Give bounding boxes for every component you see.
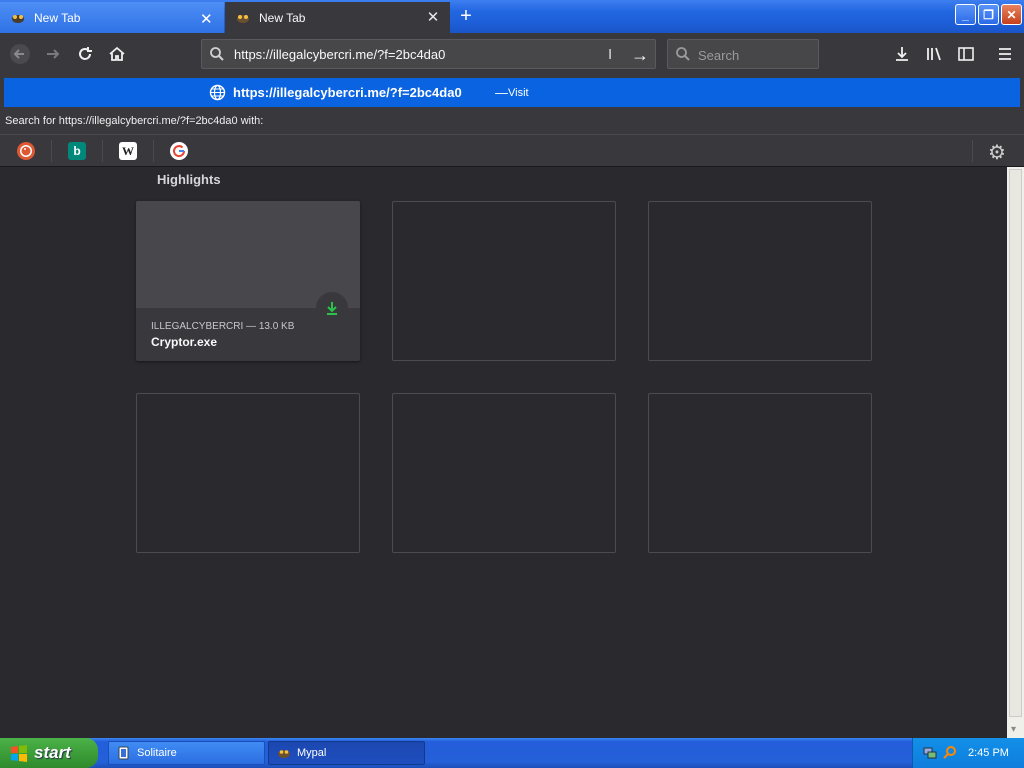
- duckduckgo-icon[interactable]: [17, 142, 35, 160]
- autocomplete-action: Visit: [508, 87, 529, 99]
- restore-button[interactable]: ❐: [978, 4, 999, 25]
- close-tab-icon[interactable]: ✕: [426, 10, 440, 25]
- url-input[interactable]: https://illegalcybercri.me/?f=2bc4da0: [234, 47, 445, 62]
- bing-icon[interactable]: b: [68, 142, 86, 160]
- tab-title: New Tab: [34, 10, 81, 25]
- tab-new-tab-1[interactable]: New Tab: [0, 2, 224, 33]
- empty-card-placeholder: [136, 393, 360, 553]
- tab-new-tab-2[interactable]: New Tab ✕: [225, 2, 450, 33]
- search-with-label: Search for https://illegalcybercri.me/?f…: [5, 115, 264, 127]
- empty-card-placeholder: [648, 393, 872, 553]
- windows-logo-icon: [10, 744, 28, 762]
- go-arrow-icon[interactable]: →: [631, 45, 649, 66]
- highlights-title: Highlights: [157, 172, 221, 187]
- highlight-card[interactable]: ILLEGALCYBERCRI — 13.0 KB Cryptor.exe: [136, 201, 360, 361]
- clock: 2:45 PM: [968, 747, 1009, 759]
- empty-card-placeholder: [392, 201, 616, 361]
- close-tab-icon[interactable]: ✕: [200, 10, 213, 28]
- separator: [153, 140, 154, 162]
- new-tab-content: Highlights ILLEGALCYBERCRI — 13.0 KB Cry…: [0, 167, 1007, 738]
- forward-icon[interactable]: [41, 42, 65, 66]
- tab-title: New Tab: [259, 10, 306, 25]
- back-icon[interactable]: [8, 42, 32, 66]
- card-meta: ILLEGALCYBERCRI — 13.0 KB: [151, 321, 295, 332]
- autocomplete-result-row[interactable]: https://illegalcybercri.me/?f=2bc4da0 — …: [4, 78, 1020, 107]
- system-tray: 2:45 PM: [912, 738, 1024, 768]
- separator: [51, 140, 52, 162]
- minimize-button[interactable]: _: [955, 4, 976, 25]
- separator: [102, 140, 103, 162]
- mypal-favicon-icon: [10, 11, 26, 25]
- solitaire-icon: [117, 746, 131, 760]
- scroll-down-icon[interactable]: ▾: [1011, 724, 1016, 735]
- empty-card-placeholder: [392, 393, 616, 553]
- search-bar[interactable]: Search: [667, 39, 819, 69]
- taskbar-item-mypal[interactable]: Mypal: [268, 741, 425, 765]
- wikipedia-icon[interactable]: W: [119, 142, 137, 160]
- vertical-scrollbar[interactable]: ▾: [1007, 167, 1024, 738]
- scrollbar-thumb[interactable]: [1009, 169, 1022, 717]
- download-icon: [316, 292, 348, 324]
- close-window-button[interactable]: ✕: [1001, 4, 1022, 25]
- downloads-icon[interactable]: [890, 42, 914, 66]
- autocomplete-url: https://illegalcybercri.me/?f=2bc4da0: [233, 85, 462, 100]
- navigation-toolbar: https://illegalcybercri.me/?f=2bc4da0 I …: [0, 33, 1024, 75]
- taskbar-item-label: Solitaire: [137, 747, 177, 759]
- empty-card-placeholder: [648, 201, 872, 361]
- globe-icon: [209, 84, 226, 106]
- text-cursor-icon: I: [608, 46, 613, 63]
- tab-strip: New Tab New Tab ✕ ✕ + _ ❐ ✕: [0, 0, 1024, 33]
- search-icon: [209, 46, 225, 67]
- url-autocomplete-popup: https://illegalcybercri.me/?f=2bc4da0 — …: [0, 75, 1024, 167]
- new-tab-button[interactable]: +: [455, 6, 477, 28]
- gear-icon[interactable]: ⚙: [988, 140, 1006, 165]
- taskbar: start Solitaire Mypal 2:45 PM: [0, 738, 1024, 768]
- search-icon: [675, 46, 691, 67]
- window-controls: _ ❐ ✕: [955, 4, 1022, 25]
- separator: [972, 140, 973, 162]
- start-button[interactable]: start: [0, 738, 98, 768]
- library-icon[interactable]: [922, 42, 946, 66]
- mypal-favicon-icon: [235, 11, 251, 25]
- taskbar-item-label: Mypal: [297, 747, 327, 759]
- sidebar-icon[interactable]: [954, 42, 978, 66]
- menu-icon[interactable]: [993, 42, 1017, 66]
- search-tray-icon[interactable]: [943, 745, 957, 759]
- autocomplete-separator: —: [495, 85, 508, 100]
- home-icon[interactable]: [105, 42, 129, 66]
- google-icon[interactable]: [170, 142, 188, 160]
- reload-icon[interactable]: [73, 42, 97, 66]
- network-icon[interactable]: [923, 745, 937, 759]
- card-title: Cryptor.exe: [151, 335, 218, 349]
- url-bar[interactable]: https://illegalcybercri.me/?f=2bc4da0 I …: [201, 39, 656, 69]
- taskbar-item-solitaire[interactable]: Solitaire: [108, 741, 265, 765]
- mypal-icon: [277, 746, 291, 760]
- search-placeholder: Search: [698, 48, 740, 63]
- one-off-search-engines: b W ⚙: [0, 134, 1024, 166]
- start-label: start: [34, 743, 71, 762]
